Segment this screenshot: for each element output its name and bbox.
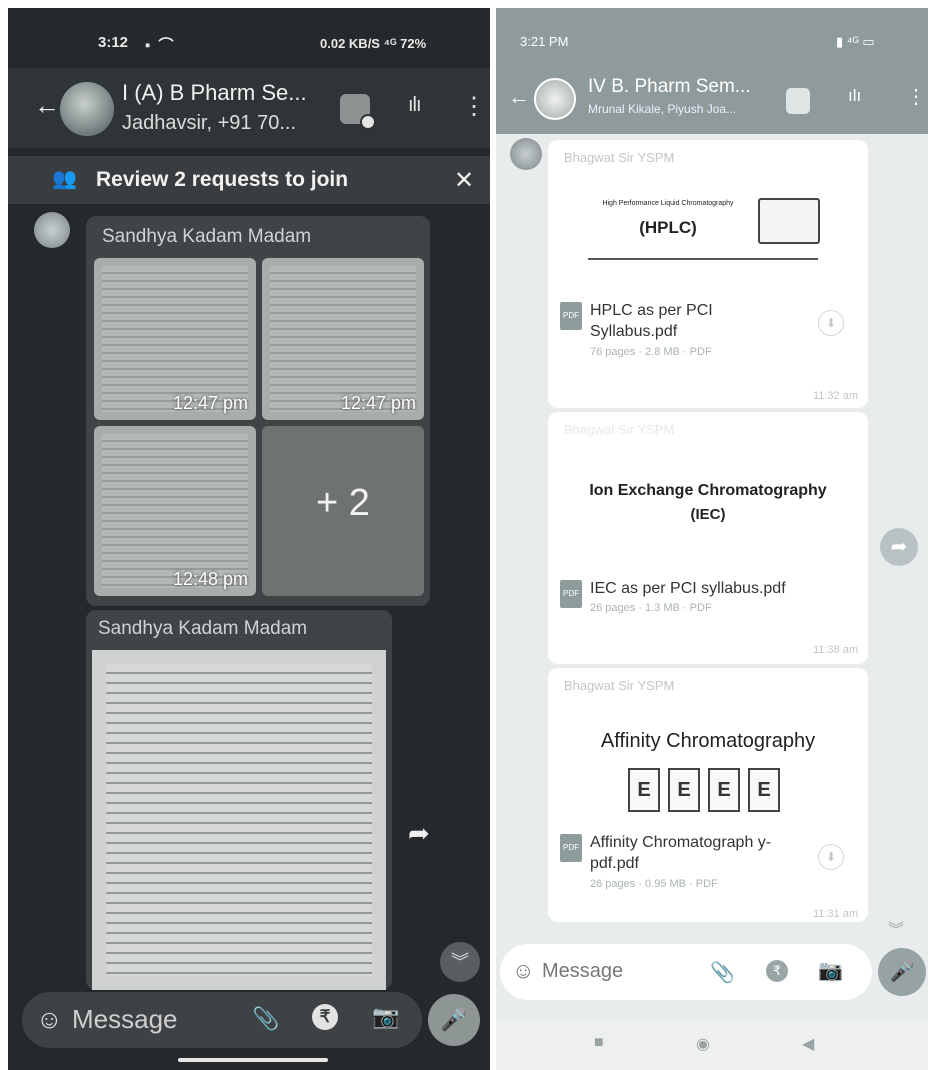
message-input[interactable]: Message	[542, 960, 623, 983]
forward-icon[interactable]: ➦	[880, 528, 918, 566]
image-message: Sandhya Kadam Madam	[86, 610, 392, 990]
sender-name: Bhagwat Sir YSPM	[564, 150, 675, 165]
preview-subtitle: (IEC)	[690, 506, 726, 523]
group-members[interactable]: Jadhavsir, +91 70...	[122, 112, 296, 135]
status-time: 3:21 PM	[520, 34, 569, 49]
column-label: E	[748, 768, 780, 812]
file-name: HPLC as per PCI Syllabus.pdf	[590, 302, 713, 340]
voice-chat-icon[interactable]: ılı	[408, 94, 422, 117]
message-time: 11:31 am	[812, 908, 858, 920]
message-input[interactable]: Message	[72, 1004, 178, 1035]
status-indicators: ▮ ⁴ᴳ ▭	[836, 34, 875, 49]
group-members[interactable]: Mrunal Kikale, Piyush Joa...	[588, 102, 736, 116]
status-bar: 3:12 ▪ ⌒ 0.02 KB/S ⁴ᴳ 72%	[8, 8, 490, 66]
close-icon[interactable]: ✕	[454, 166, 474, 195]
status-notification-icons: ▪ ⌒	[145, 37, 176, 54]
document-photo[interactable]	[92, 650, 386, 990]
system-nav-bar: ■ ◉ ◀	[496, 1018, 928, 1070]
column-label: E	[708, 768, 740, 812]
pdf-message[interactable]: Bhagwat Sir YSPM High Performance Liquid…	[548, 140, 868, 408]
column-label: E	[628, 768, 660, 812]
file-meta: 26 pages · 0.95 MB · PDF	[590, 878, 718, 890]
more-photos-tile[interactable]: + 2	[262, 426, 424, 596]
group-avatar[interactable]	[534, 78, 576, 120]
sender-name: Sandhya Kadam Madam	[102, 226, 312, 247]
message-time: 11:32 am	[812, 390, 858, 402]
sender-name: Sandhya Kadam Madam	[98, 618, 308, 639]
emoji-icon[interactable]: ☺	[36, 1004, 63, 1035]
pdf-file-icon: PDF	[560, 302, 582, 330]
file-name: Affinity Chromatograph y-pdf.pdf	[590, 834, 772, 872]
download-icon[interactable]: ⬇	[818, 844, 844, 870]
group-avatar[interactable]	[60, 82, 114, 136]
video-call-icon[interactable]	[340, 94, 376, 130]
attach-icon[interactable]: 📎	[252, 1006, 279, 1032]
preview-title: Affinity Chromatography	[600, 730, 816, 752]
message-input-bar[interactable]: ☺ Message 📎 ₹ 📷	[22, 992, 422, 1048]
sender-name: Bhagwat Sir YSPM	[564, 678, 675, 693]
mic-button[interactable]: 🎤	[878, 948, 926, 996]
emoji-icon[interactable]: ☺	[512, 958, 534, 984]
photo-thumbnail[interactable]: 12:47 pm	[262, 258, 424, 420]
back-arrow-icon[interactable]: ←	[34, 90, 60, 121]
camera-icon[interactable]: 📷	[372, 1004, 399, 1030]
person-clock-icon: 👥	[52, 168, 77, 190]
chat-header: ← IV B. Pharm Sem... Mrunal Kikale, Piyu…	[496, 66, 928, 134]
pdf-message[interactable]: Bhagwat Sir YSPM Ion Exchange Chromatogr…	[548, 412, 868, 664]
message-time: 11:38 am	[812, 644, 858, 656]
mic-button[interactable]: 🎤	[428, 994, 480, 1046]
sender-name: Bhagwat Sir YSPM	[564, 422, 675, 437]
scroll-down-button[interactable]: ︾	[888, 916, 904, 940]
photo-thumbnail[interactable]: 12:48 pm	[94, 426, 256, 596]
file-meta: 26 pages · 1.3 MB · PDF	[590, 602, 712, 614]
preview-title: Ion Exchange Chromatography	[589, 482, 827, 499]
file-name: IEC as per PCI syllabus.pdf	[590, 580, 786, 597]
photo-time: 12:47 pm	[340, 393, 416, 413]
sender-avatar[interactable]	[510, 138, 542, 170]
more-photos-count: + 2	[316, 482, 370, 524]
group-title[interactable]: I (A) B Pharm Se...	[122, 80, 307, 106]
download-icon[interactable]: ⬇	[818, 310, 844, 336]
status-time: 3:12	[98, 34, 129, 51]
attach-icon[interactable]: 📎	[710, 960, 735, 985]
photo-time: 12:47 pm	[172, 393, 248, 413]
pdf-message[interactable]: Bhagwat Sir YSPM Affinity Chromatography…	[548, 668, 868, 922]
sender-avatar[interactable]	[34, 212, 70, 248]
pdf-file-icon: PDF	[560, 834, 582, 862]
back-arrow-icon[interactable]: ←	[508, 84, 530, 110]
video-call-icon[interactable]	[786, 88, 810, 114]
preview-heading: High Performance Liquid Chromatography	[602, 200, 734, 207]
column-label: E	[668, 768, 700, 812]
payment-icon[interactable]: ₹	[766, 960, 788, 982]
left-phone-screen: 3:12 ▪ ⌒ 0.02 KB/S ⁴ᴳ 72% ← I (A) B Phar…	[8, 8, 490, 1070]
image-album-message: Sandhya Kadam Madam 12:47 pm 12:47 pm 12…	[86, 216, 430, 606]
forward-icon[interactable]: ➦	[408, 818, 430, 849]
file-meta: 76 pages · 2.8 MB · PDF	[590, 346, 712, 358]
status-indicators: 0.02 KB/S ⁴ᴳ 72%	[320, 36, 427, 51]
photo-time: 12:48 pm	[172, 569, 248, 589]
camera-icon[interactable]: 📷	[818, 958, 843, 983]
column-illustration	[588, 258, 818, 278]
payment-icon[interactable]: ₹	[312, 1004, 338, 1030]
recents-icon[interactable]: ■	[594, 1034, 604, 1052]
gesture-bar[interactable]	[178, 1058, 328, 1062]
column-illustration: E E E E	[608, 768, 808, 820]
scroll-down-button[interactable]: ︾	[440, 942, 480, 982]
home-icon[interactable]: ◉	[696, 1034, 710, 1054]
more-options-icon[interactable]: ⋮	[906, 84, 926, 109]
group-title[interactable]: IV B. Pharm Sem...	[588, 76, 751, 98]
laptop-illustration	[758, 198, 820, 244]
join-requests-banner[interactable]: 👥 Review 2 requests to join ✕	[8, 156, 490, 204]
message-input-bar[interactable]: ☺ Message 📎 ₹ 📷	[500, 944, 872, 1000]
more-options-icon[interactable]: ⋮	[462, 92, 486, 121]
right-phone-screen: 3:21 PM ▮ ⁴ᴳ ▭ ← IV B. Pharm Sem... Mrun…	[496, 8, 928, 1070]
voice-chat-icon[interactable]: ılı	[848, 86, 861, 106]
back-nav-icon[interactable]: ◀	[802, 1034, 814, 1054]
join-requests-text[interactable]: Review 2 requests to join	[96, 168, 348, 192]
photo-thumbnail[interactable]: 12:47 pm	[94, 258, 256, 420]
preview-title: (HPLC)	[639, 218, 697, 237]
status-bar: 3:21 PM ▮ ⁴ᴳ ▭	[496, 8, 928, 68]
pdf-file-icon: PDF	[560, 580, 582, 608]
chat-header: ← I (A) B Pharm Se... Jadhavsir, +91 70.…	[8, 68, 490, 148]
